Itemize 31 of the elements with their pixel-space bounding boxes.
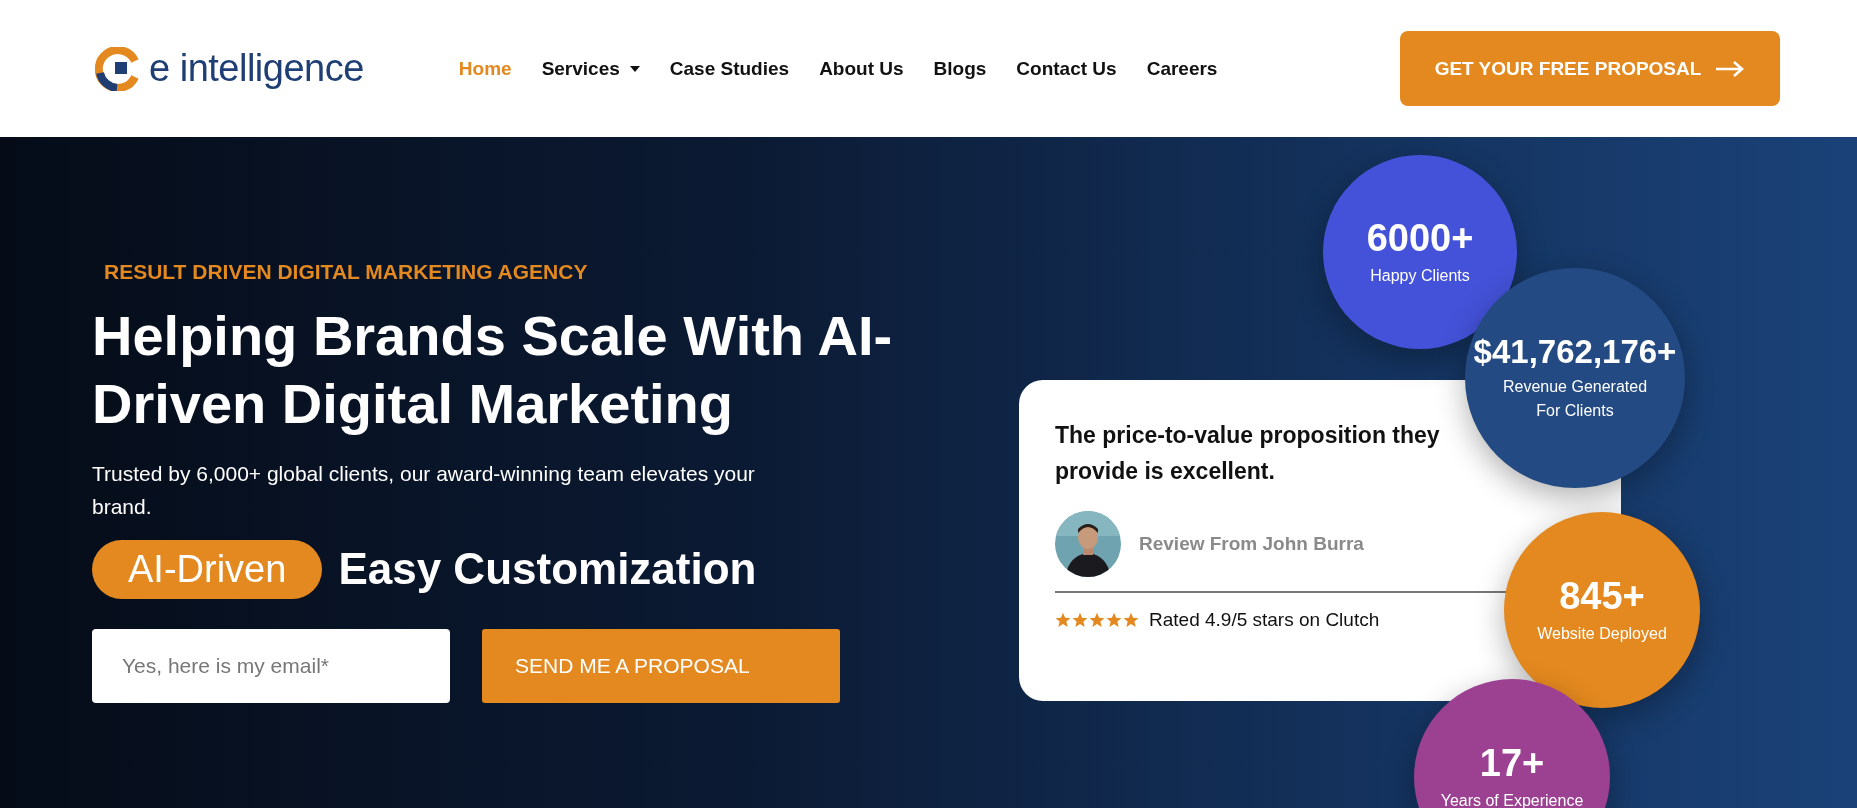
rating-text: Rated 4.9/5 stars on Clutch <box>1149 609 1380 632</box>
star-icon <box>1055 612 1071 629</box>
reviewer-name: Review From John Burra <box>1139 533 1364 556</box>
star-icon <box>1123 612 1139 629</box>
stat-value: 17+ <box>1479 741 1545 785</box>
hero-intro: Trusted by 6,000+ global clients, our award-winning team elevates your brand. <box>92 460 756 521</box>
stat-label: Years of Experience <box>1440 790 1584 808</box>
stat-value: 6000+ <box>1366 216 1474 260</box>
review-quote: The price-to-value proposition they provide is excellent. <box>1055 421 1441 486</box>
star-icon <box>1106 612 1122 629</box>
nav-link[interactable]: Case Studies <box>669 57 790 80</box>
logo-icon <box>95 46 139 91</box>
hero-headline: Helping Brands Scale With AI-Driven Digital Marketing <box>92 303 894 438</box>
nav-link[interactable]: Contact Us <box>1016 57 1117 80</box>
nav-link[interactable]: About Us <box>819 57 904 80</box>
stat-value: $41,762,176+ <box>1473 333 1677 371</box>
arrow-right-icon <box>1715 59 1746 78</box>
rotating-text: Easy Customization <box>338 544 757 595</box>
logo-text[interactable]: e intelligence <box>149 47 364 90</box>
star-icon <box>1089 612 1105 629</box>
stat-label: Happy Clients <box>1370 265 1470 286</box>
star-icon <box>1072 612 1088 629</box>
stat-value: 845+ <box>1559 574 1645 618</box>
eyebrow-text: RESULT DRIVEN DIGITAL MARKETING AGENCY <box>104 260 588 284</box>
nav-link[interactable]: Blogs <box>933 57 987 80</box>
stat-label: Revenue Generated For Clients <box>1501 377 1649 421</box>
email-field[interactable]: Yes, here is my email* <box>92 628 450 703</box>
stat-label: Website Deployed <box>1537 623 1667 644</box>
nav-link[interactable]: Services <box>541 57 640 80</box>
highlight-badge: AI-Driven <box>92 539 323 599</box>
nav-link[interactable]: Careers <box>1146 57 1218 80</box>
